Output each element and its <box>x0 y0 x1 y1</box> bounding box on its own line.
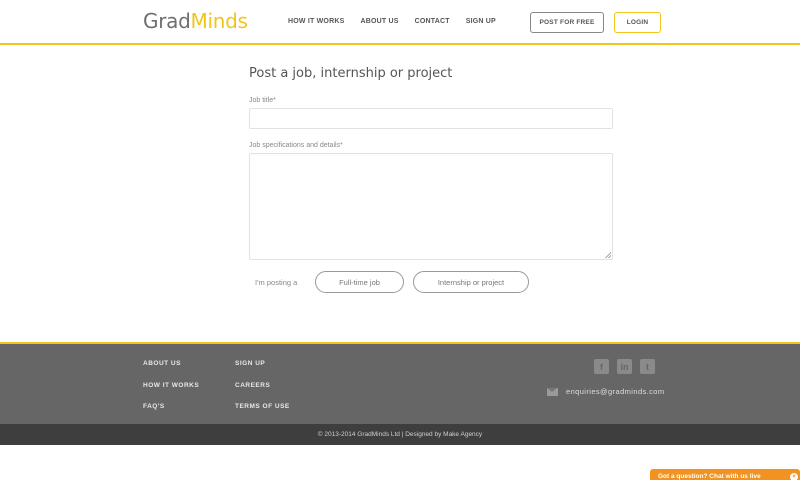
posting-type-label: I'm posting a <box>255 278 298 287</box>
site-header: GradMinds HOW IT WORKS ABOUT US CONTACT … <box>0 0 800 45</box>
live-chat-label: Got a question? Chat with us live <box>658 473 761 480</box>
social-links: f in t <box>594 359 655 374</box>
email-link[interactable]: enquiries@gradminds.com <box>566 387 665 396</box>
facebook-icon[interactable]: f <box>594 359 609 374</box>
footer-email: enquiries@gradminds.com <box>547 387 665 396</box>
footer-link-about-us[interactable]: ABOUT US <box>143 360 199 382</box>
footer-link-sign-up[interactable]: SIGN UP <box>235 360 290 382</box>
job-title-label: Job title* <box>249 97 276 104</box>
login-button[interactable]: LOGIN <box>614 12 661 33</box>
gradminds-logo[interactable]: GradMinds <box>143 9 248 33</box>
footer-link-terms[interactable]: TERMS OF USE <box>235 403 290 425</box>
footer-link-faqs[interactable]: FAQ'S <box>143 403 199 425</box>
job-spec-label: Job specifications and details* <box>249 142 343 149</box>
copyright-text: © 2013-2014 GradMinds Ltd | Designed by … <box>317 431 483 438</box>
job-title-input[interactable] <box>249 108 613 129</box>
post-for-free-button[interactable]: POST FOR FREE <box>530 12 604 33</box>
logo-text-grad: Grad <box>143 9 191 33</box>
nav-sign-up[interactable]: SIGN UP <box>466 18 496 25</box>
resize-grip-icon[interactable] <box>605 252 611 258</box>
logo-text-minds: Minds <box>190 9 248 33</box>
footer-link-how-it-works[interactable]: HOW IT WORKS <box>143 382 199 404</box>
live-chat-tab[interactable]: Got a question? Chat with us live × <box>650 469 800 480</box>
page-title: Post a job, internship or project <box>249 66 453 81</box>
nav-how-it-works[interactable]: HOW IT WORKS <box>288 18 344 25</box>
internship-project-button[interactable]: Internship or project <box>413 271 529 293</box>
footer-bottom-bar: © 2013-2014 GradMinds Ltd | Designed by … <box>0 424 800 445</box>
footer-links-col2: SIGN UP CAREERS TERMS OF USE <box>235 360 290 425</box>
nav-contact[interactable]: CONTACT <box>415 18 450 25</box>
twitter-icon[interactable]: t <box>640 359 655 374</box>
mail-icon <box>547 387 558 396</box>
main-nav: HOW IT WORKS ABOUT US CONTACT SIGN UP <box>288 18 496 25</box>
footer-link-careers[interactable]: CAREERS <box>235 382 290 404</box>
nav-about-us[interactable]: ABOUT US <box>360 18 398 25</box>
job-spec-textarea[interactable] <box>249 153 613 260</box>
linkedin-icon[interactable]: in <box>617 359 632 374</box>
footer-links-col1: ABOUT US HOW IT WORKS FAQ'S <box>143 360 199 425</box>
footer <box>0 342 800 424</box>
full-time-job-button[interactable]: Full-time job <box>315 271 404 293</box>
chat-close-icon[interactable]: × <box>790 473 798 480</box>
